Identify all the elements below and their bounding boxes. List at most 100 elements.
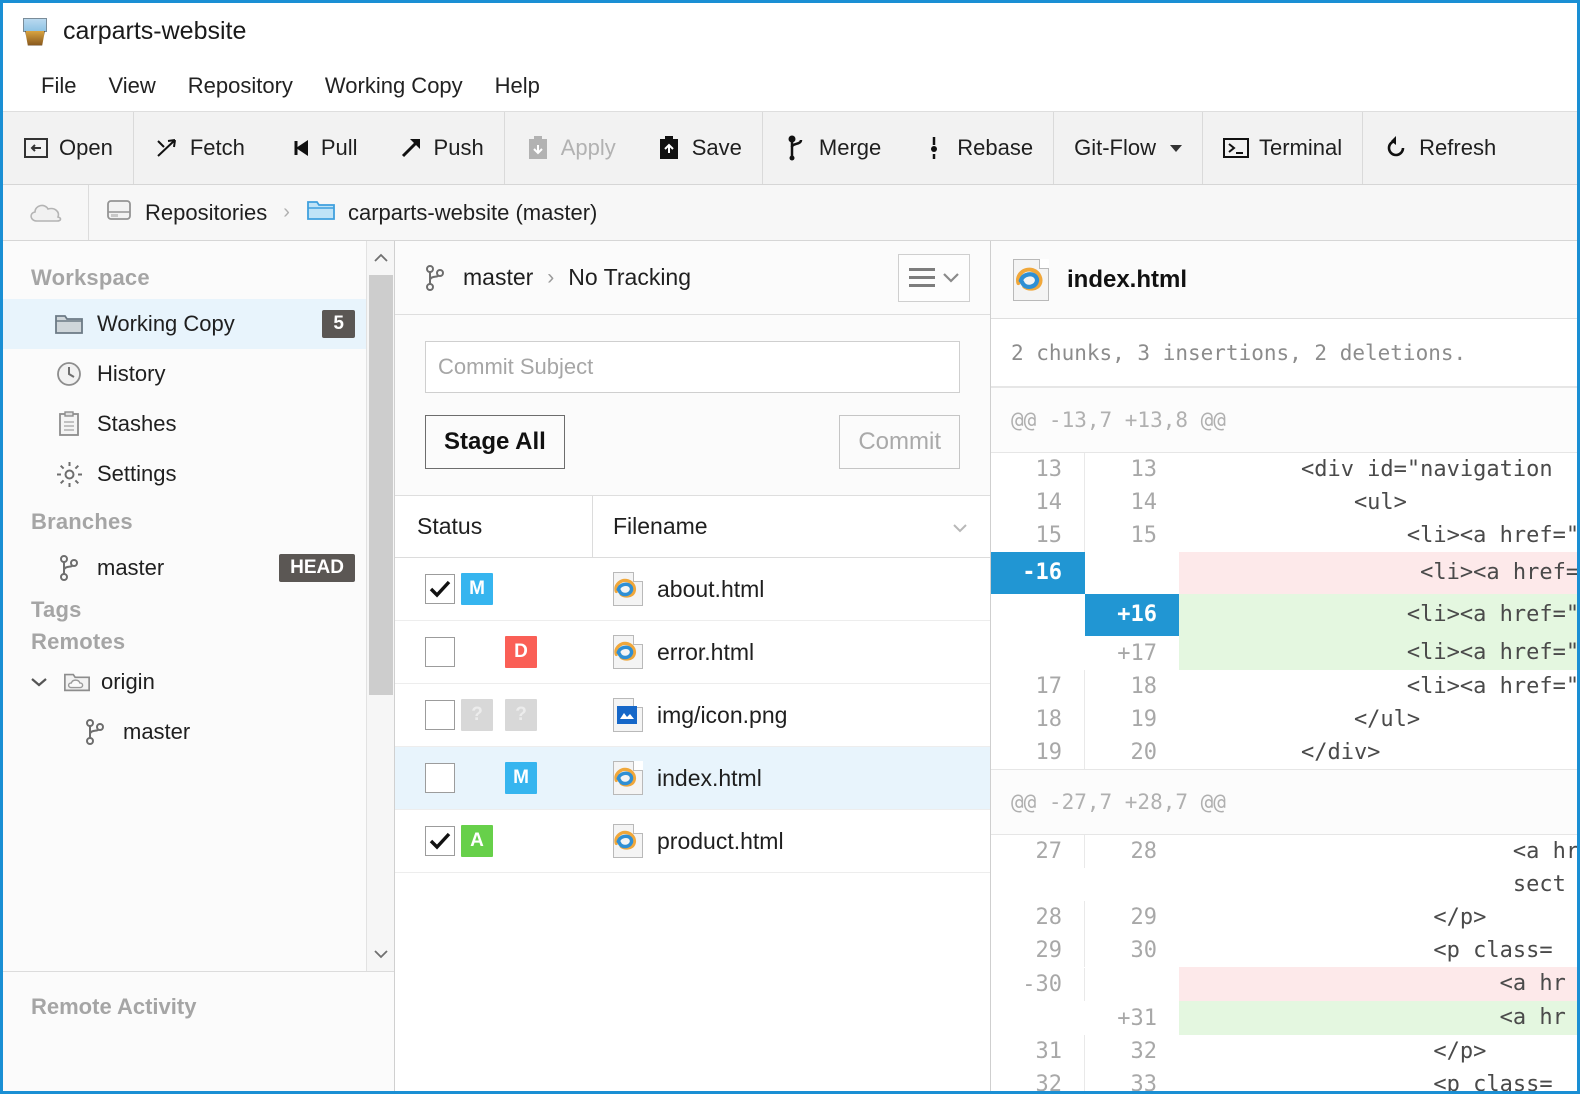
row-filename-cell: product.html (593, 824, 784, 858)
stage-all-button[interactable]: Stage All (425, 415, 565, 469)
sidebar-item-working-copy[interactable]: Working Copy 5 (3, 299, 369, 349)
column-header-filename[interactable]: Filename (593, 496, 990, 557)
sidebar-item-branch-master[interactable]: master HEAD (3, 543, 369, 593)
stage-checkbox[interactable] (425, 763, 455, 793)
diff-line[interactable]: +16 <li><a href="a (991, 594, 1577, 636)
table-row[interactable]: A product.html (395, 810, 990, 873)
diff-line[interactable]: 19 20 </div> (991, 736, 1577, 769)
save-button[interactable]: Save (636, 112, 762, 184)
hunk-header[interactable]: @@ -13,7 +13,8 @@ (991, 387, 1577, 453)
scroll-up-arrow-icon[interactable] (367, 241, 394, 275)
open-button[interactable]: Open (3, 112, 133, 184)
merge-button[interactable]: Merge (763, 112, 901, 184)
diff-line-code: <li><a href="p (1179, 636, 1577, 670)
diff-line[interactable]: +31 <a hr (991, 1001, 1577, 1035)
table-row[interactable]: M about.html (395, 558, 990, 621)
table-row[interactable]: D error.html (395, 621, 990, 684)
rebase-button-label: Rebase (957, 135, 1033, 161)
title-bar: carparts-website (3, 3, 1577, 60)
gear-icon (55, 460, 83, 488)
fetch-button[interactable]: Fetch (134, 112, 265, 184)
old-line-number: 15 (991, 519, 1085, 552)
git-flow-button[interactable]: Git-Flow (1054, 112, 1202, 184)
diff-line[interactable]: 29 30 <p class= (991, 934, 1577, 967)
stage-checkbox[interactable] (425, 826, 455, 856)
menu-item-help[interactable]: Help (479, 69, 556, 103)
chevron-down-icon (1170, 145, 1182, 152)
toolbar: Open Fetch Pull Push (3, 112, 1577, 185)
diff-line[interactable]: +17 <li><a href="p (991, 636, 1577, 670)
column-header-status[interactable]: Status (395, 496, 593, 557)
breadcrumb-item-repo[interactable]: carparts-website (master) (290, 185, 613, 240)
toolbar-group-remote: Fetch Pull Push (134, 112, 505, 184)
diff-line[interactable]: 13 13 <div id="navigation (991, 453, 1577, 486)
push-button-label: Push (434, 135, 484, 161)
scrollbar-thumb[interactable] (369, 275, 393, 695)
rebase-button[interactable]: Rebase (901, 112, 1053, 184)
filename-label: error.html (657, 639, 754, 666)
hamburger-menu-icon (909, 268, 935, 287)
new-line-number: +17 (1085, 637, 1179, 670)
cloud-icon[interactable] (3, 185, 89, 240)
table-row[interactable]: ? ? img/icon.png (395, 684, 990, 747)
staged-badge-slot: A (455, 825, 499, 857)
menu-item-file[interactable]: File (25, 69, 92, 103)
stage-checkbox[interactable] (425, 637, 455, 667)
terminal-button[interactable]: Terminal (1203, 112, 1362, 184)
row-status-cell: ? ? (395, 699, 593, 731)
diff-line[interactable]: 32 33 <p class= (991, 1068, 1577, 1094)
toolbar-group-stash: Apply Save (505, 112, 763, 184)
working-copy-options-button[interactable] (898, 254, 970, 302)
commit-button[interactable]: Commit (839, 415, 960, 469)
diff-line-code: <a hr (1179, 835, 1577, 868)
diff-line[interactable]: sect (991, 868, 1577, 901)
diff-line-code: <li><a href="a (1179, 552, 1577, 594)
sidebar-item-remote-branch-master[interactable]: master (3, 707, 369, 757)
menu-item-repository[interactable]: Repository (172, 69, 309, 103)
stage-checkbox[interactable] (425, 700, 455, 730)
status-badge: M (505, 762, 537, 794)
push-button[interactable]: Push (378, 112, 504, 184)
diff-line[interactable]: -16 <li><a href="a (991, 552, 1577, 594)
stage-checkbox[interactable] (425, 574, 455, 604)
breadcrumb-item-repositories[interactable]: Repositories (89, 185, 283, 240)
merge-icon (783, 135, 809, 161)
scroll-down-arrow-icon[interactable] (367, 937, 394, 971)
refresh-icon (1383, 135, 1409, 161)
save-button-label: Save (692, 135, 742, 161)
open-button-label: Open (59, 135, 113, 161)
sidebar-section-tags: Tags (3, 593, 369, 625)
hunk-header[interactable]: @@ -27,7 +28,7 @@ (991, 769, 1577, 835)
diff-line[interactable]: 14 14 <ul> (991, 486, 1577, 519)
diff-line[interactable]: 28 29 </p> (991, 901, 1577, 934)
sidebar-section-workspace: Workspace (3, 255, 369, 299)
new-line-number: 15 (1085, 519, 1179, 552)
open-folder-icon (23, 135, 49, 161)
status-badge: A (461, 825, 493, 857)
status-badge: M (461, 573, 493, 605)
sidebar-item-settings[interactable]: Settings (3, 449, 369, 499)
diff-line[interactable]: 18 19 </ul> (991, 703, 1577, 736)
refresh-button[interactable]: Refresh (1363, 112, 1516, 184)
diff-line[interactable]: -30 <a hr (991, 967, 1577, 1001)
diff-line[interactable]: 27 28 <a hr (991, 835, 1577, 868)
menu-item-view[interactable]: View (92, 69, 171, 103)
pull-button[interactable]: Pull (265, 112, 378, 184)
old-line-number: 13 (991, 453, 1085, 486)
diff-line[interactable]: 31 32 </p> (991, 1035, 1577, 1068)
old-line-number: 27 (991, 835, 1085, 868)
commit-subject-input[interactable] (425, 341, 960, 393)
sidebar-item-history[interactable]: History (3, 349, 369, 399)
sidebar-item-label: origin (101, 669, 355, 695)
table-row[interactable]: M index.html (395, 747, 990, 810)
menu-item-working-copy[interactable]: Working Copy (309, 69, 479, 103)
refresh-button-label: Refresh (1419, 135, 1496, 161)
apply-button[interactable]: Apply (505, 112, 636, 184)
chevron-down-icon[interactable] (25, 668, 53, 696)
sidebar-item-remote-origin[interactable]: origin (3, 657, 369, 707)
diff-line[interactable]: 15 15 <li><a href="i (991, 519, 1577, 552)
sidebar-scrollbar[interactable] (366, 241, 394, 971)
row-filename-cell: about.html (593, 572, 764, 606)
diff-line[interactable]: 17 18 <li><a href="i (991, 670, 1577, 703)
sidebar-item-stashes[interactable]: Stashes (3, 399, 369, 449)
